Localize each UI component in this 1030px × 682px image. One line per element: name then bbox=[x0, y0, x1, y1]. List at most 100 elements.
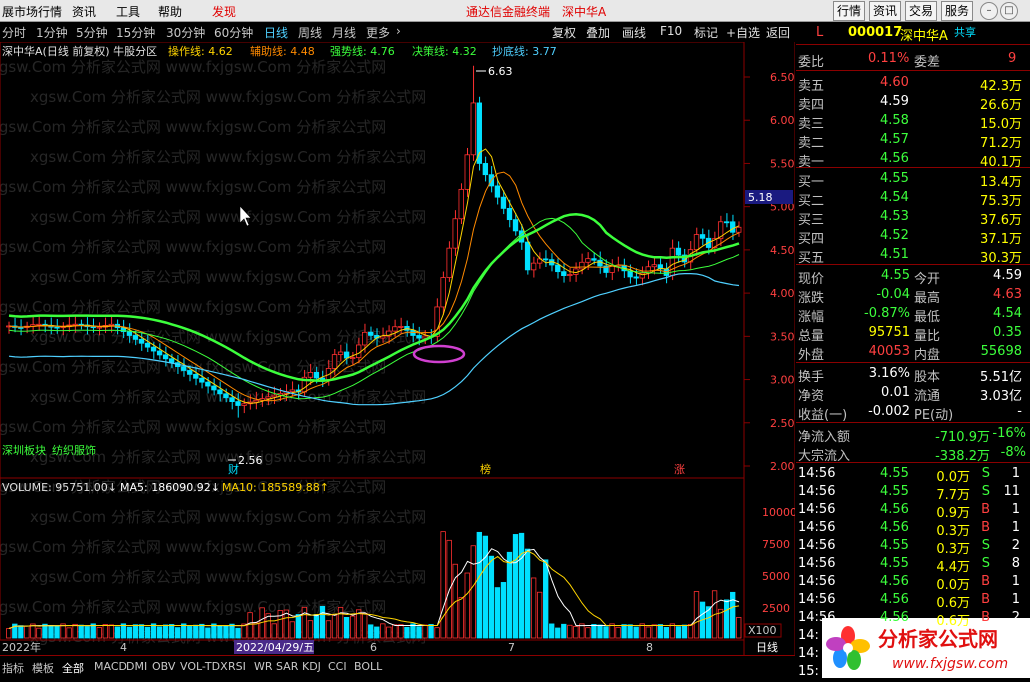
volume-bar bbox=[645, 626, 651, 639]
menu-news[interactable]: 资讯 bbox=[72, 3, 96, 20]
adjust-button[interactable]: 复权 bbox=[552, 24, 576, 41]
menu-tools[interactable]: 工具 bbox=[116, 3, 140, 20]
tab-wr[interactable]: WR bbox=[254, 660, 273, 673]
volume-bar bbox=[500, 582, 507, 639]
event-tag-rise[interactable]: 涨 bbox=[674, 463, 685, 476]
candle-body bbox=[156, 350, 163, 356]
tab-more[interactable]: 更多 bbox=[366, 24, 390, 41]
volume-bar bbox=[651, 624, 657, 639]
candle-body bbox=[699, 234, 706, 239]
low-price-label: 2.56 bbox=[238, 454, 263, 467]
volume-bar bbox=[199, 623, 205, 639]
volume-bar bbox=[162, 624, 169, 639]
tab-rsi[interactable]: RSI bbox=[228, 660, 246, 673]
candle-body bbox=[187, 370, 193, 375]
draw-line-button[interactable]: 画线 bbox=[622, 24, 646, 41]
candle-body bbox=[313, 372, 320, 379]
tab-macd[interactable]: MACD bbox=[94, 660, 127, 673]
tab-cci[interactable]: CCI bbox=[328, 660, 347, 673]
volume-bar bbox=[187, 626, 193, 639]
tab-60min[interactable]: 60分钟 bbox=[214, 24, 253, 41]
service-button[interactable]: 服务 bbox=[941, 1, 973, 21]
tick-row: 14:56 4.56 0.3万 B 1 bbox=[798, 520, 1020, 539]
candle-body bbox=[512, 219, 519, 232]
quote-button[interactable]: 行情 bbox=[833, 1, 865, 21]
tab-kdj[interactable]: KDJ bbox=[302, 660, 321, 673]
price-tick: 3.00 bbox=[770, 374, 795, 387]
tab-boll[interactable]: BOLL bbox=[354, 660, 382, 673]
tab-monthly[interactable]: 月线 bbox=[332, 24, 356, 41]
tab-template[interactable]: 模板 bbox=[32, 660, 54, 676]
mark-button[interactable]: 标记 bbox=[694, 24, 718, 41]
news-button[interactable]: 资讯 bbox=[869, 1, 901, 21]
candle-body bbox=[440, 277, 446, 308]
volume-bar bbox=[591, 624, 597, 639]
candle-body bbox=[464, 154, 470, 190]
maximize-icon[interactable]: □ bbox=[1000, 2, 1018, 20]
chevron-right-icon[interactable]: › bbox=[396, 24, 401, 38]
volume-bar bbox=[530, 577, 537, 639]
volume-bar bbox=[362, 612, 368, 639]
candle-body bbox=[253, 399, 259, 403]
candle-body bbox=[337, 351, 344, 356]
f10-button[interactable]: F10 bbox=[660, 24, 682, 38]
chart-area[interactable]: xgsw.Com 分析家公式网 www.fxjgsw.Com 分析家公式网 xgs… bbox=[0, 42, 795, 655]
date-month-7: 7 bbox=[508, 641, 515, 654]
candle-body bbox=[18, 327, 24, 329]
overlay-button[interactable]: 叠加 bbox=[586, 24, 610, 41]
tab-indicator[interactable]: 指标 bbox=[2, 660, 24, 676]
volume-ma5-line bbox=[8, 548, 740, 629]
volume-bar bbox=[434, 627, 440, 639]
tab-dmi[interactable]: DMI bbox=[126, 660, 147, 673]
volume-tick: 5000 bbox=[762, 570, 790, 583]
event-tag-finance[interactable]: 财 bbox=[228, 462, 239, 476]
tick-row: 14:56 4.56 0.9万 B 1 bbox=[798, 502, 1020, 521]
menu-market[interactable]: 展市场行情 bbox=[2, 3, 62, 20]
volume-bar bbox=[247, 612, 253, 639]
bid-row: 买一 4.55 13.4万 bbox=[798, 171, 1022, 190]
event-tag-list[interactable]: 榜 bbox=[480, 462, 491, 476]
watermark-text: xgsw.Com 分析家公式网 www.fxjgsw.Com 分析家公式网 bbox=[0, 178, 386, 196]
trade-button[interactable]: 交易 bbox=[905, 1, 937, 21]
price-tick: 6.00 bbox=[770, 114, 795, 127]
bid-row: 买五 4.51 30.3万 bbox=[798, 247, 1022, 266]
minimize-icon[interactable]: – bbox=[980, 2, 998, 20]
candle-body bbox=[494, 185, 501, 198]
tick-row: 14: bbox=[798, 628, 819, 643]
tab-1min[interactable]: 1分钟 bbox=[36, 24, 68, 41]
tab-daily[interactable]: 日线 bbox=[264, 24, 288, 41]
share-label[interactable]: 共享 bbox=[954, 24, 976, 40]
volume-bar bbox=[597, 624, 603, 639]
tab-all[interactable]: 全部 bbox=[62, 660, 84, 676]
price-tick: 2.50 bbox=[770, 417, 795, 430]
tab-weekly[interactable]: 周线 bbox=[298, 24, 322, 41]
watermark-text: xgsw.Com 分析家公式网 www.fxjgsw.Com 分析家公式网 bbox=[0, 118, 386, 136]
tab-sar[interactable]: SAR bbox=[276, 660, 298, 673]
menu-discover[interactable]: 发现 bbox=[212, 3, 236, 20]
bid-row: 买四 4.52 37.1万 bbox=[798, 228, 1022, 247]
candle-body bbox=[506, 207, 513, 221]
volume-bar bbox=[494, 587, 501, 639]
volume-bar bbox=[464, 572, 470, 639]
back-button[interactable]: 返回 bbox=[766, 24, 790, 41]
tab-5min[interactable]: 5分钟 bbox=[76, 24, 108, 41]
candle-body bbox=[199, 377, 205, 383]
tab-15min[interactable]: 15分钟 bbox=[116, 24, 155, 41]
volume-bar bbox=[603, 626, 609, 639]
indicator-header-prefix: 深中华A(日线 前复权) 牛股分区 bbox=[2, 44, 157, 58]
price-axis: 6.506.005.505.004.504.003.503.002.502.00 bbox=[744, 71, 795, 473]
tab-timeshare[interactable]: 分时 bbox=[2, 24, 26, 41]
volume-bar bbox=[476, 531, 482, 639]
tab-vol-tdx[interactable]: VOL-TDX bbox=[180, 660, 228, 673]
add-watchlist-button[interactable]: +自选 bbox=[726, 24, 760, 41]
candle-body bbox=[150, 346, 157, 352]
watermark-text: xgsw.Com 分析家公式网 www.fxjgsw.Com 分析家公式网 bbox=[30, 508, 426, 526]
candle-body bbox=[132, 335, 139, 340]
bid-row: 买二 4.54 75.3万 bbox=[798, 190, 1022, 209]
tab-30min[interactable]: 30分钟 bbox=[166, 24, 205, 41]
volume-bar bbox=[573, 626, 579, 639]
menu-help[interactable]: 帮助 bbox=[158, 3, 182, 20]
tab-obv[interactable]: OBV bbox=[152, 660, 175, 673]
date-month-4: 4 bbox=[120, 641, 127, 654]
candle-body bbox=[736, 226, 742, 233]
